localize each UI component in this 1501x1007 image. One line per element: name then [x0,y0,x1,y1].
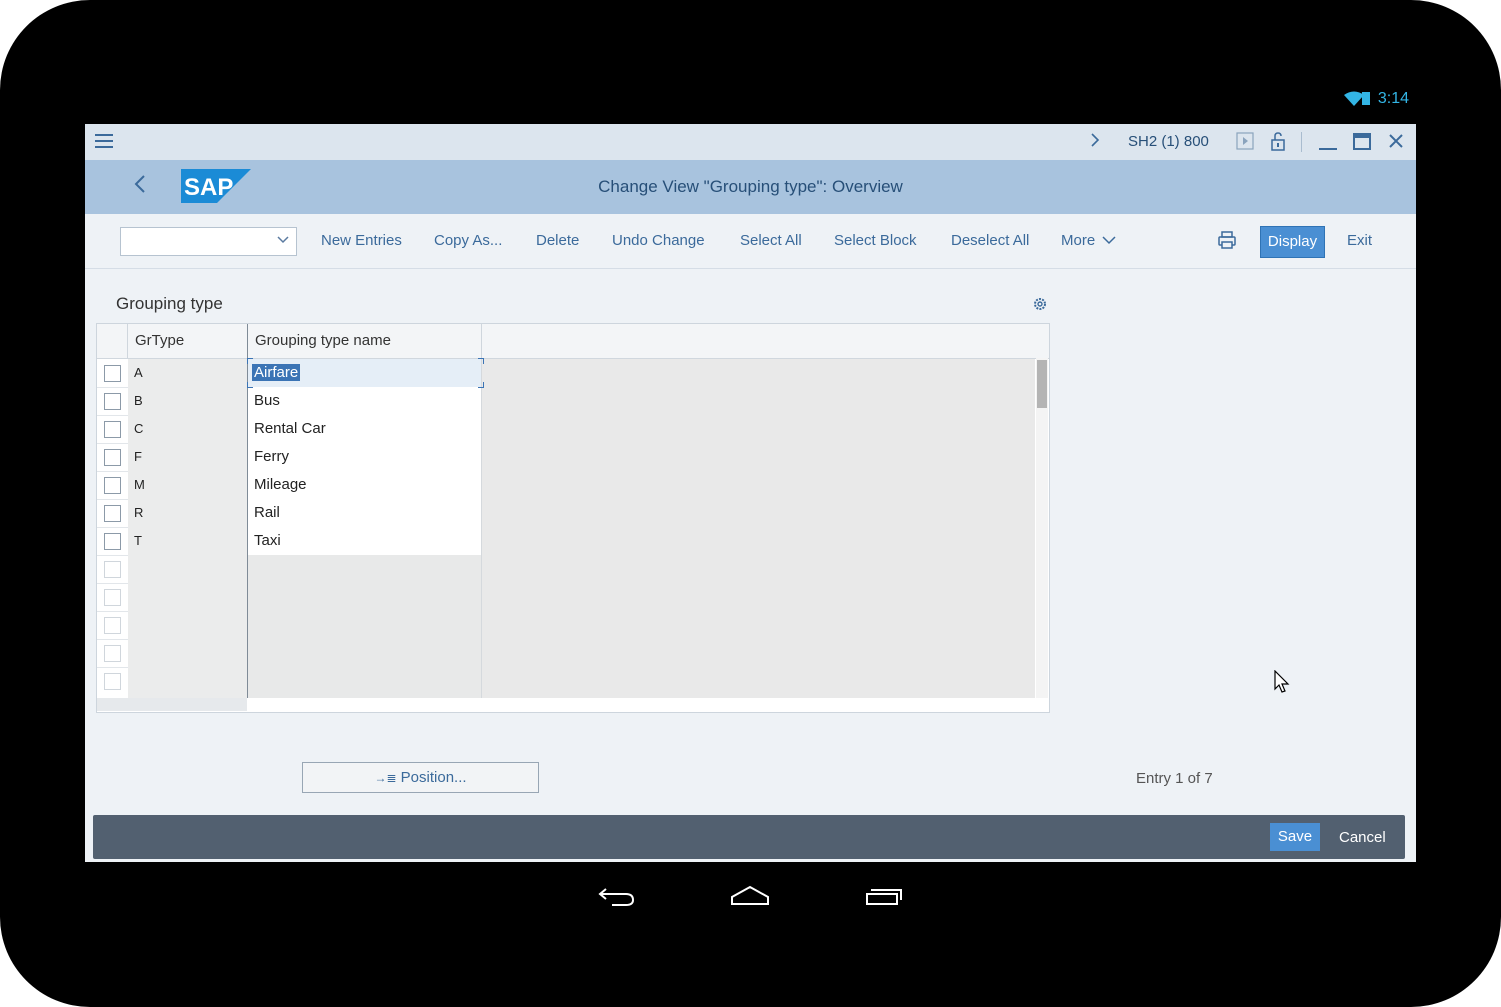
empty-table-row [97,667,1035,698]
grtype-cell: A [134,365,143,380]
name-cell-input[interactable]: Taxi [248,527,481,555]
entry-counter: Entry 1 of 7 [1136,770,1213,787]
table-row[interactable]: M Mileage [97,471,1035,500]
more-button[interactable]: More [1061,232,1116,249]
horizontal-scrollbar[interactable] [97,698,1035,711]
settings-icon[interactable] [1033,297,1047,314]
new-entries-button[interactable]: New Entries [321,232,402,249]
column-header-name[interactable]: Grouping type name [255,332,391,349]
undo-change-button[interactable]: Undo Change [612,232,705,249]
table-header: GrType Grouping type name [97,324,1049,359]
hamburger-icon[interactable] [95,134,113,148]
print-icon[interactable] [1217,230,1237,250]
name-cell-input[interactable]: Rail [248,499,481,527]
android-nav-bar [85,872,1416,922]
copy-as-button[interactable]: Copy As... [434,232,502,249]
delete-button[interactable]: Delete [536,232,579,249]
android-status-bar: 3:14 [85,86,1416,112]
empty-table-row [97,611,1035,640]
grtype-cell: F [134,449,142,464]
table-row[interactable]: F Ferry [97,443,1035,472]
name-cell-input[interactable]: Rental Car [248,415,481,443]
table-control: GrType Grouping type name A Airfare B Bu… [96,323,1050,713]
android-back-icon[interactable] [598,884,636,908]
system-info: SH2 (1) 800 [1128,133,1209,150]
row-select-checkbox[interactable] [104,533,121,550]
row-select-checkbox [104,645,121,662]
row-select-checkbox[interactable] [104,505,121,522]
grtype-cell: T [134,533,142,548]
row-select-checkbox [104,673,121,690]
table-row[interactable]: A Airfare [97,359,1035,388]
grtype-cell: R [134,505,144,520]
page-title: Change View "Grouping type": Overview [598,177,903,196]
mouse-cursor-icon [1274,670,1290,693]
close-icon[interactable] [1387,132,1405,155]
name-cell-input[interactable]: Bus [248,387,481,415]
row-select-checkbox[interactable] [104,421,121,438]
empty-table-row [97,639,1035,668]
exit-button[interactable]: Exit [1347,232,1372,249]
divider [1301,132,1302,152]
maximize-icon[interactable] [1352,132,1372,157]
application-toolbar: New Entries Copy As... Delete Undo Chang… [85,214,1416,269]
select-all-button[interactable]: Select All [740,232,802,249]
row-select-checkbox [104,589,121,606]
minimize-icon[interactable] [1318,132,1338,157]
sap-gui-window: SH2 (1) 800 SAP Change View "Grouping ty… [85,124,1416,862]
deselect-all-button[interactable]: Deselect All [951,232,1029,249]
position-button[interactable]: →≣ Position... [302,762,539,793]
title-bar: SAP Change View "Grouping type": Overvie… [85,160,1416,214]
scrollbar-thumb[interactable] [1037,360,1047,408]
command-field[interactable] [120,227,297,256]
grtype-cell: B [134,393,143,408]
play-icon[interactable] [1236,132,1254,155]
name-cell-input[interactable]: Ferry [248,443,481,471]
column-header-grtype[interactable]: GrType [135,332,184,349]
display-button[interactable]: Display [1260,226,1325,258]
table-row[interactable]: T Taxi [97,527,1035,556]
system-bar: SH2 (1) 800 [85,124,1416,160]
table-row[interactable]: B Bus [97,387,1035,416]
row-select-checkbox[interactable] [104,449,121,466]
vertical-scrollbar[interactable] [1036,358,1048,698]
tablet-frame: 3:14 SH2 (1) 800 SAP Change View "Groupi… [0,0,1501,1007]
position-icon: →≣ [374,771,397,785]
row-select-checkbox[interactable] [104,365,121,382]
table-row[interactable]: R Rail [97,499,1035,528]
select-block-button[interactable]: Select Block [834,232,917,249]
empty-table-row [97,583,1035,612]
chevron-down-icon [277,233,289,248]
chevron-right-icon[interactable] [1090,132,1100,153]
row-select-checkbox [104,561,121,578]
row-select-checkbox [104,617,121,634]
row-select-checkbox[interactable] [104,393,121,410]
wifi-icon [1344,91,1364,106]
grtype-cell: M [134,477,145,492]
column-divider [481,358,482,698]
footer-bar: Save Cancel [93,815,1405,859]
name-cell-input[interactable]: Mileage [248,471,481,499]
screen: 3:14 SH2 (1) 800 SAP Change View "Groupi… [85,86,1416,922]
status-clock: 3:14 [1377,90,1409,107]
table-title: Grouping type [116,294,223,313]
chevron-down-icon [1102,236,1116,245]
android-recents-icon[interactable] [865,884,903,908]
cancel-button[interactable]: Cancel [1339,829,1386,846]
table-row[interactable]: C Rental Car [97,415,1035,444]
cell-focus-frame [247,358,484,388]
lock-icon[interactable] [1270,132,1286,157]
row-select-checkbox[interactable] [104,477,121,494]
android-home-icon[interactable] [730,884,770,908]
battery-icon [1362,92,1370,105]
grtype-cell: C [134,421,144,436]
empty-table-row [97,555,1035,584]
save-button[interactable]: Save [1270,823,1320,851]
